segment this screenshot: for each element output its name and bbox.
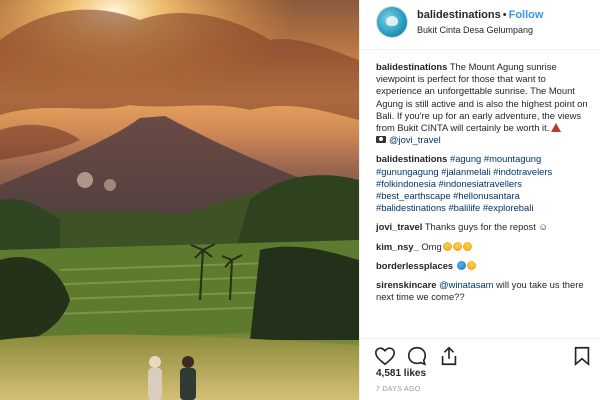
volcano-icon [551, 123, 562, 133]
comment-item: borderlessplaces [376, 260, 589, 272]
post-photo[interactable] [0, 0, 359, 400]
avatar[interactable] [376, 6, 408, 38]
header-username[interactable]: balidestinations [417, 9, 501, 21]
comment-text: Thanks guys for the repost ☺ [424, 221, 548, 233]
comment-item: jovi_travel Thanks guys for the repost ☺ [376, 221, 589, 233]
comment-icon[interactable] [406, 345, 428, 367]
caption-credit-link[interactable]: @jovi_travel [389, 134, 441, 145]
laughing-emoji-icon [442, 241, 452, 251]
comments-list[interactable]: balidestinations The Mount Agung sunrise… [360, 51, 600, 338]
comment-item: kim_nsy_ Omg [376, 241, 589, 253]
heart-icon[interactable] [374, 345, 396, 367]
sunrise-volcano-image [0, 0, 359, 400]
post-timestamp: 7 DAYS AGO [376, 386, 421, 393]
earth-emoji-icon [456, 260, 466, 270]
bookmark-icon[interactable] [571, 345, 593, 367]
post-header: balidestinations • Follow Bukit Cinta Desa… [360, 0, 600, 50]
comment-username[interactable]: borderlessplaces [376, 260, 453, 271]
comment-username[interactable]: kim_nsy_ [376, 241, 419, 252]
share-icon[interactable] [438, 345, 460, 367]
follow-button[interactable]: Follow [509, 9, 544, 21]
comment-username[interactable]: jovi_travel [376, 221, 422, 232]
caption: balidestinations The Mount Agung sunrise… [376, 61, 589, 146]
comment-username[interactable]: balidestinations [376, 153, 447, 164]
post-sidebar: balidestinations • Follow Bukit Cinta Desa… [359, 0, 600, 400]
header-user-line: balidestinations • Follow [417, 9, 543, 21]
comment-username[interactable]: sirenskincare [376, 279, 436, 290]
action-bar [360, 338, 600, 370]
laughing-emoji-icon [466, 260, 476, 270]
caption-username[interactable]: balidestinations [376, 61, 447, 72]
header-separator: • [502, 9, 507, 21]
likes-count[interactable]: 4,581 likes [376, 368, 426, 379]
hashtag-comment: balidestinations #agung #mountagung #gun… [376, 153, 589, 214]
comment-text: Omg [421, 240, 442, 252]
comment-item: sirenskincare @winatasam will you take u… [376, 279, 589, 303]
laughing-emoji-icon [462, 241, 472, 251]
location-link[interactable]: Bukit Cinta Desa Gelumpang [417, 25, 533, 35]
laughing-emoji-icon [452, 241, 462, 251]
camera-icon [376, 136, 386, 144]
comment-mention[interactable]: @winatasam [439, 279, 493, 290]
